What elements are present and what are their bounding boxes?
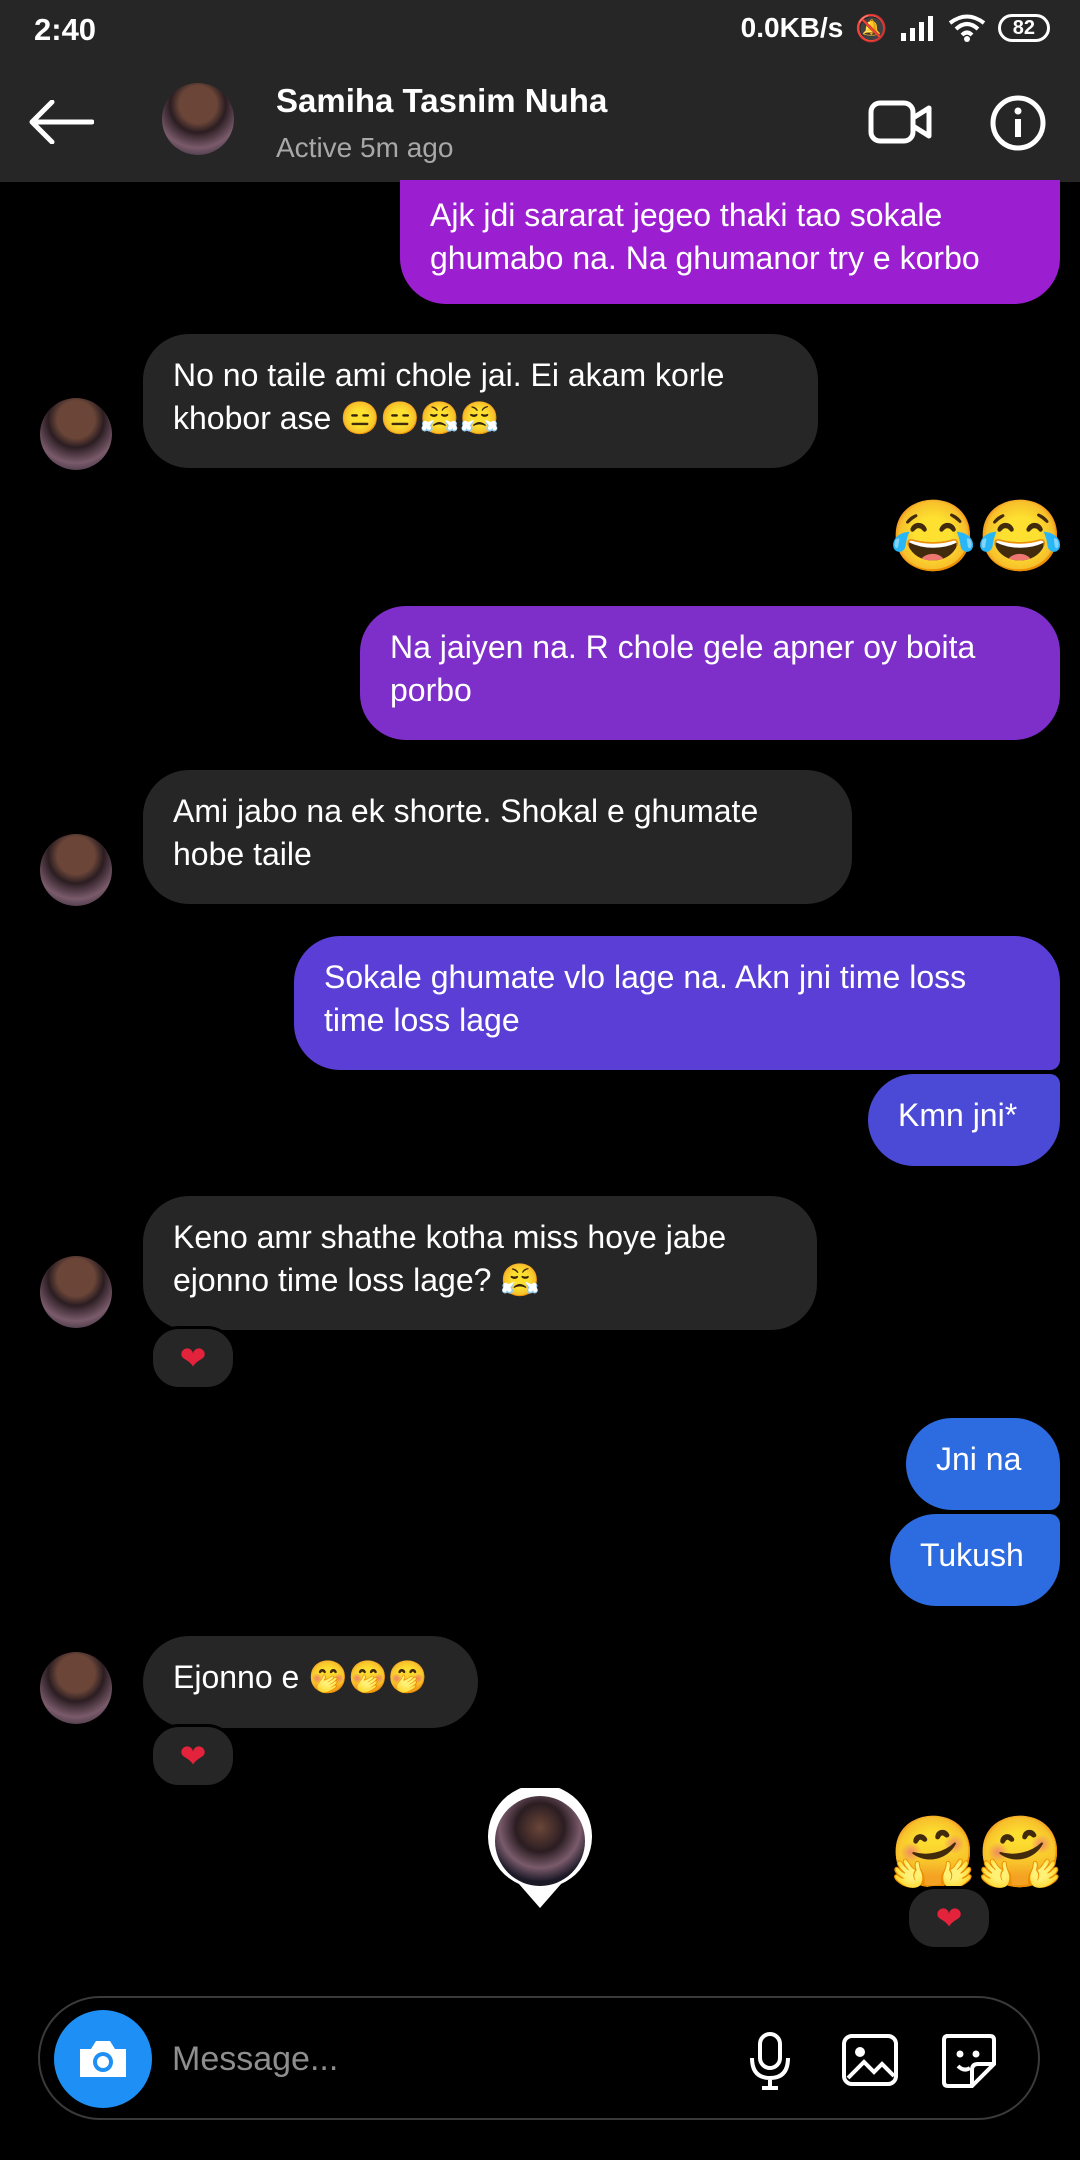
info-icon[interactable] (990, 95, 1046, 151)
message-bubble-incoming[interactable]: Keno amr shathe kotha miss hoye jabe ejo… (143, 1196, 817, 1330)
heart-reaction-icon[interactable]: ❤ (906, 1886, 992, 1950)
contact-name[interactable]: Samiha Tasnim Nuha (276, 82, 607, 120)
emoji-message-outgoing[interactable]: 😂😂 (890, 496, 1064, 576)
message-composer (38, 1996, 1040, 2120)
sender-avatar (40, 1652, 112, 1724)
heart-reaction-icon[interactable]: ❤ (150, 1326, 236, 1390)
seen-avatar-indicator (488, 1788, 592, 1908)
message-bubble-outgoing[interactable]: Jni na (906, 1418, 1060, 1510)
sender-avatar (40, 398, 112, 470)
heart-reaction-icon[interactable]: ❤ (150, 1724, 236, 1788)
contact-status: Active 5m ago (276, 132, 454, 163)
signal-icon (900, 16, 933, 41)
contact-avatar[interactable] (162, 83, 234, 155)
emoji-message-outgoing[interactable]: 🤗🤗 (890, 1812, 1064, 1892)
message-input[interactable] (170, 2028, 734, 2090)
sender-avatar (40, 834, 112, 906)
back-arrow-icon[interactable] (28, 100, 94, 144)
microphone-icon[interactable] (740, 2030, 800, 2090)
mute-icon: 🔕 (855, 12, 888, 43)
message-bubble-outgoing[interactable]: Kmn jni* (868, 1074, 1060, 1166)
wifi-icon (948, 14, 985, 42)
message-bubble-incoming[interactable]: Ejonno e 🤭🤭🤭 (143, 1636, 478, 1728)
message-bubble-outgoing[interactable]: Ajk jdi sararat jegeo thaki tao sokale g… (400, 180, 1060, 304)
message-bubble-incoming[interactable]: Ami jabo na ek shorte. Shokal e ghumate … (143, 770, 852, 904)
status-time: 2:40 (34, 12, 97, 47)
message-bubble-outgoing[interactable]: Na jaiyen na. R chole gele apner oy boit… (360, 606, 1060, 740)
battery-indicator: 82 (997, 14, 1050, 42)
message-bubble-outgoing[interactable]: Sokale ghumate vlo lage na. Akn jni time… (294, 936, 1060, 1070)
video-call-icon[interactable] (868, 98, 932, 146)
gallery-icon[interactable] (840, 2030, 900, 2090)
sticker-icon[interactable] (938, 2030, 998, 2090)
network-speed: 0.0KB/s (740, 12, 844, 43)
message-bubble-incoming[interactable]: No no taile ami chole jai. Ei akam korle… (143, 334, 818, 468)
message-bubble-outgoing[interactable]: Tukush (890, 1514, 1060, 1606)
camera-button[interactable] (54, 2010, 152, 2108)
sender-avatar (40, 1256, 112, 1328)
camera-icon (80, 2041, 126, 2077)
status-bar: 2:40 0.0KB/s 🔕 82 (0, 0, 1080, 60)
chat-header: Samiha Tasnim Nuha Active 5m ago (0, 60, 1080, 182)
